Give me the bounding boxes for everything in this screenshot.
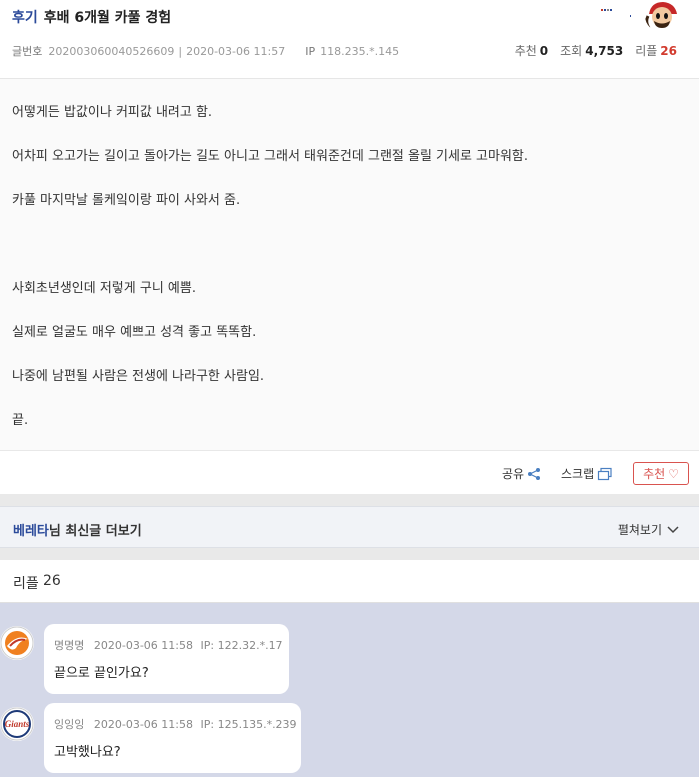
recommend-count: 0 xyxy=(539,43,549,58)
reply-meta: 잉잉잉 2020-03-06 11:58 IP: 125.135.*.239 xyxy=(54,716,297,732)
post-date: 2020-03-06 11:57 xyxy=(186,44,286,58)
post-line: 끝. xyxy=(12,413,29,428)
section-divider xyxy=(0,494,699,506)
reply-text: 끝으로 끝인가요? xyxy=(54,666,149,681)
meta-divider: | xyxy=(178,44,183,58)
section-divider xyxy=(0,548,699,560)
recommend-button-label: 추천 xyxy=(643,467,666,481)
post-line: 사회초년생인데 저렇게 구니 예쁨. xyxy=(12,281,196,296)
recommend-label: 추천 xyxy=(514,44,537,58)
reply-date: 2020-03-06 11:58 xyxy=(93,718,193,731)
eagles-logo-icon xyxy=(0,626,34,660)
reply-meta: 명명명 2020-03-06 11:58 IP: 122.32.*.17 xyxy=(54,637,283,653)
post-line: 카풀 마지막날 롤케잌이랑 파이 사와서 줌. xyxy=(12,193,241,208)
post-category[interactable]: 후기 xyxy=(12,7,38,27)
share-button[interactable]: 공유 xyxy=(502,465,541,482)
reply-ip: IP: 122.32.*.17 xyxy=(200,639,283,652)
recommend-button[interactable]: 추천 ♡ xyxy=(633,462,689,485)
replies-count: 26 xyxy=(660,43,677,58)
reply-nickname[interactable]: 잉잉잉 xyxy=(54,718,84,731)
views-label: 조회 xyxy=(560,44,583,58)
more-posts-nickname: 베레타 xyxy=(13,524,49,539)
heart-icon: ♡ xyxy=(668,466,679,481)
giants-logo-icon: Giants xyxy=(0,707,34,741)
post-line: 어떻게든 밥값이나 커피값 내려고 함. xyxy=(12,105,213,120)
post-action-bar: 공유 스크랩 추천 ♡ xyxy=(0,450,699,494)
post-stats: 추천 0 조회 4,753 리플 26 xyxy=(503,42,677,59)
post-body: 어떻게든 밥값이나 커피값 내려고 함. 어차피 오고가는 길이고 돌아가는 길… xyxy=(0,79,699,450)
scrap-icon xyxy=(598,467,612,480)
more-posts-suffix: 님 최신글 더보기 xyxy=(48,524,142,539)
article-no-label: 글번호 xyxy=(12,45,43,58)
scrap-button[interactable]: 스크랩 xyxy=(561,465,613,482)
reply-nickname[interactable]: 명명명 xyxy=(54,639,84,652)
post-line: 어차피 오고가는 길이고 돌아가는 길도 아니고 그래서 태워준건데 그랜절 올… xyxy=(12,149,529,164)
reply-text: 고박했나요? xyxy=(54,745,121,760)
level-badge-icon xyxy=(601,9,631,17)
replies-header: 리플 26 xyxy=(0,560,699,603)
scrap-label: 스크랩 xyxy=(561,467,595,481)
more-posts-label: 베레타님 최신글 더보기 xyxy=(13,520,142,539)
post-title: 후배 6개월 카풀 경험 xyxy=(43,10,172,26)
views-count: 4,753 xyxy=(585,43,624,58)
chevron-down-icon xyxy=(667,525,679,533)
svg-text:Giants: Giants xyxy=(5,719,30,729)
reply-bubble: 명명명 2020-03-06 11:58 IP: 122.32.*.17 끝으로… xyxy=(44,624,289,694)
replies-list: 명명명 2020-03-06 11:58 IP: 122.32.*.17 끝으로… xyxy=(0,603,699,777)
replies-header-count: 26 xyxy=(43,573,61,589)
post-line: 실제로 얼굴도 매우 예쁘고 성격 좋고 똑똑함. xyxy=(12,325,257,340)
share-label: 공유 xyxy=(502,467,525,481)
character-avatar-icon xyxy=(645,0,678,32)
reply-date: 2020-03-06 11:58 xyxy=(93,639,193,652)
expand-button[interactable]: 펼쳐보기 xyxy=(618,521,679,538)
reply-ip: IP: 125.135.*.239 xyxy=(200,718,297,731)
more-posts-bar[interactable]: 베레타님 최신글 더보기 펼쳐보기 xyxy=(0,506,699,548)
replies-label: 리플 xyxy=(635,44,658,58)
expand-label: 펼쳐보기 xyxy=(617,523,662,537)
replies-header-label: 리플 xyxy=(13,576,39,592)
share-icon xyxy=(528,467,541,480)
post-meta: 글번호 20200306004052660​9 | 2020-03-06 11:… xyxy=(12,43,399,59)
post-line: 나중에 남편될 사람은 전생에 나라구한 사람임. xyxy=(12,369,265,384)
ip-label: IP xyxy=(305,44,316,58)
reply-bubble: 잉잉잉 2020-03-06 11:58 IP: 125.135.*.239 고… xyxy=(44,703,301,773)
author-avatar[interactable] xyxy=(645,0,679,32)
post-header: 후기 후배 6개월 카풀 경험 글번호 20200306004052660​9 … xyxy=(0,0,699,79)
reply-avatar[interactable]: Giants xyxy=(0,707,34,741)
reply-avatar[interactable] xyxy=(0,626,34,660)
post-ip: 118.235.*.145 xyxy=(320,44,400,58)
article-no: 20200306004052660​9 xyxy=(48,44,175,58)
title-row: 후기 후배 6개월 카풀 경험 xyxy=(12,7,171,27)
